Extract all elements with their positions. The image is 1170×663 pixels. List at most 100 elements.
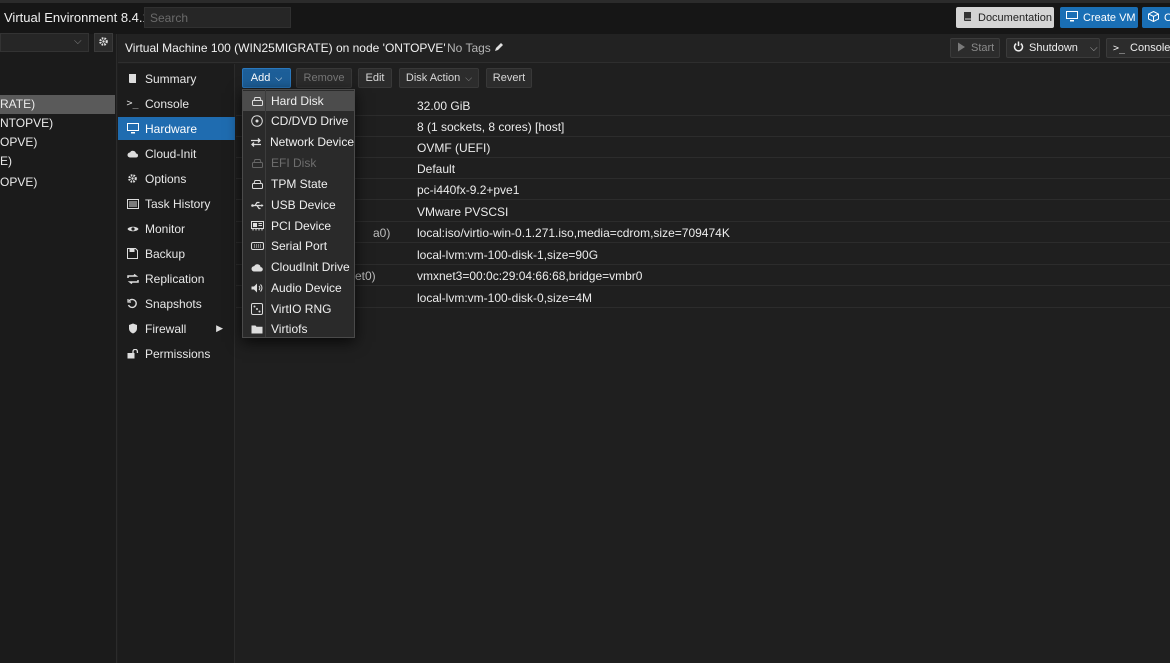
row-value: pc-i440fx-9.2+pve1	[417, 183, 520, 197]
revert-button[interactable]: Revert	[486, 68, 532, 88]
menu-item-usb-device[interactable]: USB Device	[243, 195, 354, 215]
menu-item-efi-disk[interactable]: EFI Disk	[243, 153, 354, 173]
tree-item[interactable]: OPVE)	[0, 173, 115, 192]
power-icon	[1013, 41, 1024, 55]
menu-label: CD/DVD Drive	[271, 114, 349, 128]
chevron-down-icon[interactable]: ⌵	[1090, 43, 1098, 54]
cloud-icon	[243, 263, 271, 272]
table-row[interactable]: local-lvm:vm-100-disk-1,size=90G	[236, 244, 1170, 265]
menu-item-network-device[interactable]: Network Device	[243, 132, 354, 152]
nav-label: Cloud-Init	[145, 146, 197, 161]
tree-item[interactable]: E)	[0, 152, 115, 171]
book-icon	[126, 72, 139, 85]
row-value: OVMF (UEFI)	[417, 141, 491, 155]
shutdown-button[interactable]: Shutdown ⌵	[1006, 38, 1100, 58]
hard-disk-icon	[243, 96, 271, 106]
disk-action-button[interactable]: Disk Action ⌵	[399, 68, 479, 88]
menu-item-virtiofs[interactable]: Virtiofs	[243, 319, 354, 339]
nav-item-task-history[interactable]: Task History	[118, 192, 235, 215]
remove-button[interactable]: Remove	[296, 68, 352, 88]
gear-icon	[98, 36, 109, 50]
retweet-icon	[126, 272, 139, 285]
nav-item-monitor[interactable]: Monitor	[118, 217, 235, 240]
documentation-button[interactable]: Documentation	[956, 7, 1054, 28]
search-input[interactable]	[144, 7, 291, 28]
table-row[interactable]: 32.00 GiB	[236, 95, 1170, 116]
menu-label: TPM State	[271, 177, 328, 191]
create-ct-button[interactable]: C	[1142, 7, 1170, 28]
nav-label: Permissions	[145, 346, 211, 361]
start-label: Start	[971, 42, 995, 54]
table-row[interactable]: a0) local:iso/virtio-win-0.1.271.iso,medi…	[236, 222, 1170, 243]
chevron-down-icon: ⌵	[275, 72, 283, 83]
floppy-icon	[126, 247, 139, 260]
table-row[interactable]: et0) vmxnet3=00:0c:29:04:66:68,bridge=vmb…	[236, 265, 1170, 286]
menu-icon-separator	[265, 90, 266, 337]
add-label: Add	[250, 72, 271, 84]
menu-item-audio-device[interactable]: Audio Device	[243, 278, 354, 298]
tags-editor[interactable]: No Tags	[447, 41, 504, 55]
menu-item-virtio-rng[interactable]: VirtIO RNG	[243, 299, 354, 319]
menu-label: PCI Device	[271, 219, 332, 233]
chevron-down-icon: ⌵	[74, 36, 82, 47]
nav-item-hardware[interactable]: Hardware	[118, 117, 235, 140]
nav-item-options[interactable]: Options	[118, 167, 235, 190]
edit-label: Edit	[365, 72, 385, 84]
table-row[interactable]: Default	[236, 158, 1170, 179]
nav-label: Task History	[145, 196, 211, 211]
menu-item-cloudinit-drive[interactable]: CloudInit Drive	[243, 257, 354, 277]
menu-item-cd-dvd[interactable]: CD/DVD Drive	[243, 111, 354, 131]
nav-label: Replication	[145, 271, 205, 286]
remove-label: Remove	[303, 72, 345, 84]
menu-label: Audio Device	[271, 281, 342, 295]
documentation-label: Documentation	[978, 11, 1052, 24]
tags-label: No Tags	[447, 41, 491, 55]
create-vm-label: Create VM	[1083, 11, 1136, 24]
nav-item-firewall[interactable]: Firewall ▶	[118, 317, 235, 340]
add-hardware-menu: Hard Disk CD/DVD Drive Network Device EF…	[242, 89, 355, 338]
monitor-icon	[126, 122, 139, 135]
nav-label: Summary	[145, 71, 197, 86]
disk-action-label: Disk Action	[405, 72, 461, 84]
cube-icon	[1148, 10, 1159, 25]
play-icon	[957, 42, 966, 55]
tree-item[interactable]: RATE)	[0, 95, 115, 114]
start-button[interactable]: Start	[950, 38, 1000, 58]
menu-item-hard-disk[interactable]: Hard Disk	[243, 91, 354, 111]
terminal-icon: >_	[1113, 42, 1126, 54]
row-value: local-lvm:vm-100-disk-1,size=90G	[417, 248, 599, 262]
table-row[interactable]: pc-i440fx-9.2+pve1	[236, 179, 1170, 200]
tree-item[interactable]: OPVE)	[0, 133, 115, 152]
unlock-icon	[126, 347, 139, 360]
create-vm-button[interactable]: Create VM	[1060, 7, 1138, 28]
nav-item-snapshots[interactable]: Snapshots	[118, 292, 235, 315]
nav-item-replication[interactable]: Replication	[118, 267, 235, 290]
nav-item-permissions[interactable]: Permissions	[118, 342, 235, 365]
table-row[interactable]: OVMF (UEFI)	[236, 137, 1170, 158]
menu-item-pci-device[interactable]: PCI Device	[243, 216, 354, 236]
menu-item-tpm-state[interactable]: TPM State	[243, 174, 354, 194]
product-title: Virtual Environment 8.4.1	[4, 10, 150, 25]
add-button[interactable]: Add ⌵	[242, 68, 291, 88]
menu-label: CloudInit Drive	[271, 260, 350, 274]
nav-item-summary[interactable]: Summary	[118, 67, 235, 90]
menu-item-serial-port[interactable]: Serial Port	[243, 236, 354, 256]
usb-icon	[243, 201, 271, 210]
pencil-icon[interactable]	[494, 41, 504, 55]
console-button[interactable]: >_ Console	[1106, 38, 1170, 58]
edit-button[interactable]: Edit	[358, 68, 392, 88]
tree-settings-button[interactable]	[94, 33, 113, 52]
nav-label: Console	[145, 96, 190, 111]
table-row[interactable]: 8 (1 sockets, 8 cores) [host]	[236, 116, 1170, 137]
tree-item[interactable]: NTOPVE)	[0, 114, 115, 133]
table-row[interactable]: local-lvm:vm-100-disk-0,size=4M	[236, 287, 1170, 308]
chevron-right-icon: ▶	[216, 323, 223, 333]
nav-label: Firewall	[145, 321, 187, 336]
dice-icon	[243, 303, 271, 315]
page-title: Virtual Machine 100 (WIN25MIGRATE) on no…	[125, 41, 446, 55]
table-row[interactable]: VMware PVSCSI	[236, 201, 1170, 222]
hard-disk-icon	[243, 158, 271, 168]
nav-item-backup[interactable]: Backup	[118, 242, 235, 265]
nav-item-cloud-init[interactable]: Cloud-Init	[118, 142, 235, 165]
nav-item-console[interactable]: >_ Console	[118, 92, 235, 115]
